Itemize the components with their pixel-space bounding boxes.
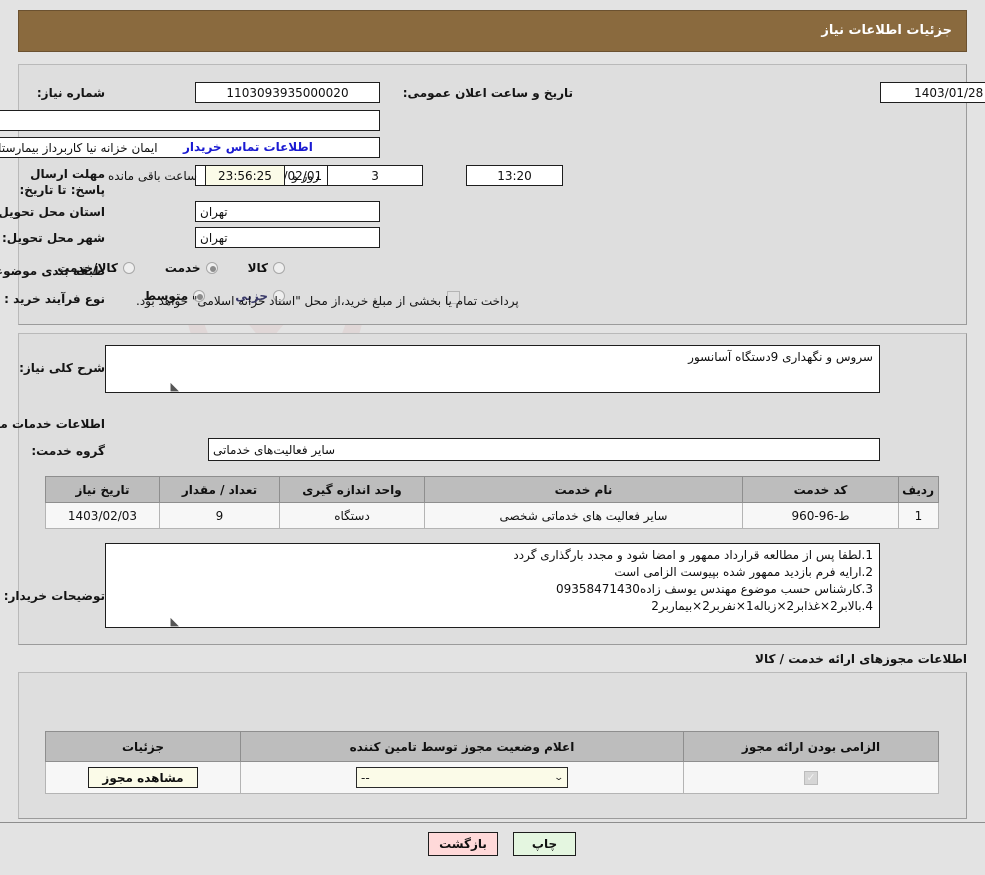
process-label: نوع فرآیند خرید : — [4, 292, 105, 306]
permit-status-value: -- — [361, 770, 370, 785]
category-radio-1[interactable] — [205, 262, 218, 274]
category-label-1: خدمت — [164, 261, 201, 275]
province-field[interactable]: تهران — [195, 201, 380, 222]
permits-column-header-1: اعلام وضعیت مجوز توسط تامین کننده — [240, 731, 684, 762]
items-cell-qty: 9 — [159, 502, 280, 529]
remaining-clock-label: ساعت باقی مانده — [108, 169, 198, 183]
buyer-notes-label: توضیحات خریدار: — [3, 589, 105, 603]
permit-required-checkbox: ✓ — [804, 770, 818, 785]
deadline-label: مهلت ارسال پاسخ: تا تاریخ: — [19, 167, 106, 197]
permits-column-header-2: جزئیات — [45, 731, 241, 762]
permits-table-body: ✓ ⌄ -- مشاهده مجوز — [45, 761, 939, 794]
back-button[interactable]: بازگشت — [428, 832, 498, 856]
items-column-header-2: نام خدمت — [424, 476, 743, 503]
remaining-days-label: روز و — [292, 169, 319, 183]
items-cell-code: ط-96-960 — [742, 502, 899, 529]
province-label: استان محل تحویل: — [0, 205, 105, 219]
summary-textarea[interactable]: سروس و نگهداری 9دستگاه آسانسور — [105, 345, 880, 393]
category-option-1[interactable]: خدمت — [165, 261, 218, 275]
table-row: ✓ ⌄ -- مشاهده مجوز — [45, 761, 939, 794]
permit-status-cell: ⌄ -- — [240, 761, 684, 794]
summary-label: شرح کلی نیاز: — [19, 361, 105, 375]
items-column-header-1: کد خدمت — [742, 476, 899, 503]
permits-column-header-0: الزامی بودن ارائه مجوز — [683, 731, 939, 762]
category-label-0: کالا — [247, 261, 268, 275]
items-table: ردیف کد خدمت نام خدمت واحد اندازه گیری تعداد… — [45, 476, 939, 529]
buyer-org-field[interactable]: بیمارستان هدایت تهران — [0, 110, 380, 131]
general-info-panel — [18, 64, 967, 325]
city-label: شهر محل تحویل: — [1, 231, 105, 245]
category-radio-2[interactable] — [122, 262, 135, 274]
permit-status-select[interactable]: ⌄ -- — [356, 767, 568, 788]
permit-detail-cell: مشاهده مجوز — [45, 761, 241, 794]
permits-table-header-row: الزامی بودن ارائه مجوز اعلام وضعیت مجوز ت… — [45, 731, 939, 762]
category-radio-0[interactable] — [273, 262, 285, 274]
items-column-header-0: ردیف — [898, 476, 939, 503]
remaining-clock-field: 23:56:25 — [205, 165, 285, 186]
need-number-label: شماره نیاز: — [36, 86, 105, 100]
items-column-header-5: تاریخ نیاز — [45, 476, 160, 503]
items-column-header-3: واحد اندازه گیری — [279, 476, 425, 503]
services-heading: اطلاعات خدمات مورد نیاز — [0, 417, 105, 431]
category-option-0[interactable]: کالا — [248, 261, 285, 275]
items-column-header-4: تعداد / مقدار — [159, 476, 280, 503]
view-permit-button[interactable]: مشاهده مجوز — [88, 767, 198, 788]
print-button[interactable]: چاپ — [513, 832, 576, 856]
page-titlebar: جزئیات اطلاعات نیاز — [18, 10, 967, 52]
announcement-label: تاریخ و ساعت اعلان عمومی: — [402, 86, 573, 100]
need-number-field[interactable]: 1103093935000020 — [195, 82, 380, 103]
city-field[interactable]: تهران — [195, 227, 380, 248]
items-cell-date: 1403/02/03 — [45, 502, 160, 529]
service-group-field[interactable]: سایر فعالیت‌های خدماتی — [208, 438, 880, 461]
summary-resize-handle[interactable]: ◣ — [168, 381, 179, 392]
buyer-contact-link[interactable]: اطلاعات تماس خریدار — [183, 140, 313, 154]
service-group-label: گروه خدمت: — [31, 444, 105, 458]
category-label-2: کالا/خدمت — [57, 261, 118, 275]
announcement-date-field[interactable]: 13:07 - 1403/01/28 — [880, 82, 985, 103]
items-cell-name: سایر فعالیت های خدماتی شخصی — [424, 502, 743, 529]
items-cell-unit: دستگاه — [279, 502, 425, 529]
permits-table: الزامی بودن ارائه مجوز اعلام وضعیت مجوز ت… — [45, 731, 939, 794]
items-cell-row: 1 — [898, 502, 939, 529]
buyer-notes-textarea[interactable]: 1.لطفا پس از مطالعه قرارداد ممهور و امضا… — [105, 543, 880, 628]
permits-caption: اطلاعات مجوزهای ارائه خدمت / کالا — [755, 652, 967, 666]
buyer-notes-resize-handle[interactable]: ◣ — [168, 616, 179, 627]
footer-divider — [0, 822, 985, 823]
category-option-2[interactable]: کالا/خدمت — [57, 261, 135, 275]
items-table-header-row: ردیف کد خدمت نام خدمت واحد اندازه گیری تعداد… — [45, 476, 939, 503]
chevron-down-icon: ⌄ — [553, 772, 565, 783]
category-radio-group[interactable]: کالا خدمت کالا/خدمت — [31, 261, 285, 275]
page-root: AnaTender.net جزئیات اطلاعات نیاز شماره … — [0, 0, 985, 875]
permit-required-cell: ✓ — [683, 761, 939, 794]
remaining-days-field[interactable]: 3 — [327, 165, 423, 186]
items-table-body: 1 ط-96-960 سایر فعالیت های خدماتی شخصی دستگ… — [45, 502, 939, 529]
page-title: جزئیات اطلاعات نیاز — [821, 23, 952, 38]
payment-note-text: پرداخت تمام یا بخشی از مبلغ خرید،از محل … — [136, 294, 519, 308]
table-row: 1 ط-96-960 سایر فعالیت های خدماتی شخصی دستگ… — [45, 502, 939, 529]
deadline-time-field[interactable]: 13:20 — [466, 165, 563, 186]
